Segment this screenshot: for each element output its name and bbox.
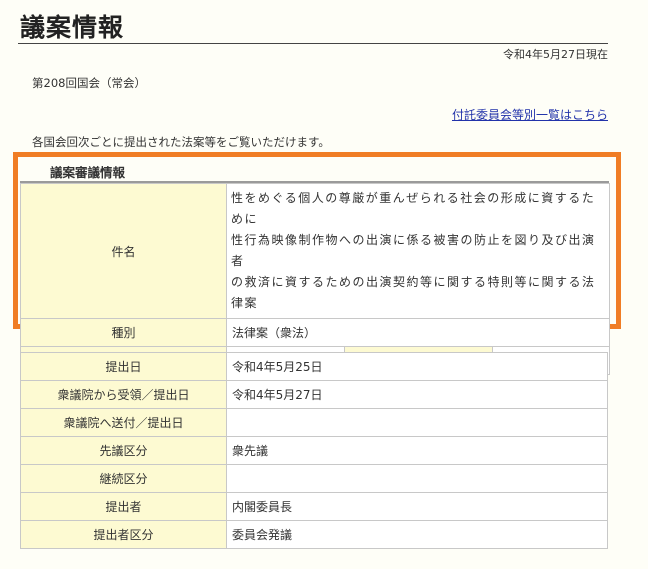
detail-label: 提出日 bbox=[20, 352, 227, 381]
session-label: 第208回国会（常会） bbox=[32, 76, 146, 90]
bill-detail-table: 提出日 令和4年5月25日 衆議院から受領／提出日 令和4年5月27日 衆議院へ送付／提… bbox=[20, 352, 608, 549]
subject-line: の救済に資するための出演契約等に関する特則等に関する法律案 bbox=[231, 275, 596, 310]
table-row: 提出者区分 委員会発議 bbox=[20, 520, 608, 549]
committee-list-link[interactable]: 付託委員会等別一覧はこちら bbox=[452, 106, 608, 123]
detail-value: 内閣委員長 bbox=[226, 492, 608, 521]
detail-value: 令和4年5月25日 bbox=[226, 352, 608, 381]
detail-label: 提出者 bbox=[20, 492, 227, 521]
detail-value: 令和4年5月27日 bbox=[226, 380, 608, 409]
table-row: 衆議院から受領／提出日 令和4年5月27日 bbox=[20, 380, 608, 409]
page-title: 議案情報 bbox=[20, 13, 125, 42]
table-row: 衆議院へ送付／提出日 bbox=[20, 408, 608, 437]
table-row: 継続区分 bbox=[20, 464, 608, 493]
table-row: 件名 性をめぐる個人の尊厳が重んぜられる社会の形成に資するために 性行為映像制作… bbox=[20, 183, 610, 319]
title-divider bbox=[18, 43, 608, 44]
table-row: 先議区分 衆先議 bbox=[20, 436, 608, 465]
table-row: 提出者 内閣委員長 bbox=[20, 492, 608, 521]
bill-info-heading: 議案審議情報 bbox=[50, 165, 126, 180]
detail-value bbox=[226, 464, 608, 493]
table-row: 種別 法律案（衆法） bbox=[20, 318, 610, 347]
bill-info-table: 件名 性をめぐる個人の尊厳が重んぜられる社会の形成に資するために 性行為映像制作… bbox=[20, 183, 610, 375]
subject-line: 性行為映像制作物への出演に係る被害の防止を図り及び出演者 bbox=[231, 233, 596, 268]
detail-label: 継続区分 bbox=[20, 464, 227, 493]
detail-value: 委員会発議 bbox=[226, 520, 608, 549]
detail-value: 衆先議 bbox=[226, 436, 608, 465]
type-value: 法律案（衆法） bbox=[226, 318, 610, 347]
detail-label: 先議区分 bbox=[20, 436, 227, 465]
intro-text: 各国会回次ごとに提出された法案等をご覧いただけます。 bbox=[32, 135, 330, 149]
subject-line: 性をめぐる個人の尊厳が重んぜられる社会の形成に資するために bbox=[231, 191, 596, 226]
subject-label: 件名 bbox=[20, 183, 227, 319]
detail-value bbox=[226, 408, 608, 437]
detail-label: 衆議院へ送付／提出日 bbox=[20, 408, 227, 437]
as-of-date: 令和4年5月27日現在 bbox=[503, 48, 608, 61]
subject-value: 性をめぐる個人の尊厳が重んぜられる社会の形成に資するために 性行為映像制作物への… bbox=[226, 183, 610, 319]
table-row: 提出日 令和4年5月25日 bbox=[20, 352, 608, 381]
detail-label: 衆議院から受領／提出日 bbox=[20, 380, 227, 409]
detail-label: 提出者区分 bbox=[20, 520, 227, 549]
type-label: 種別 bbox=[20, 318, 227, 347]
